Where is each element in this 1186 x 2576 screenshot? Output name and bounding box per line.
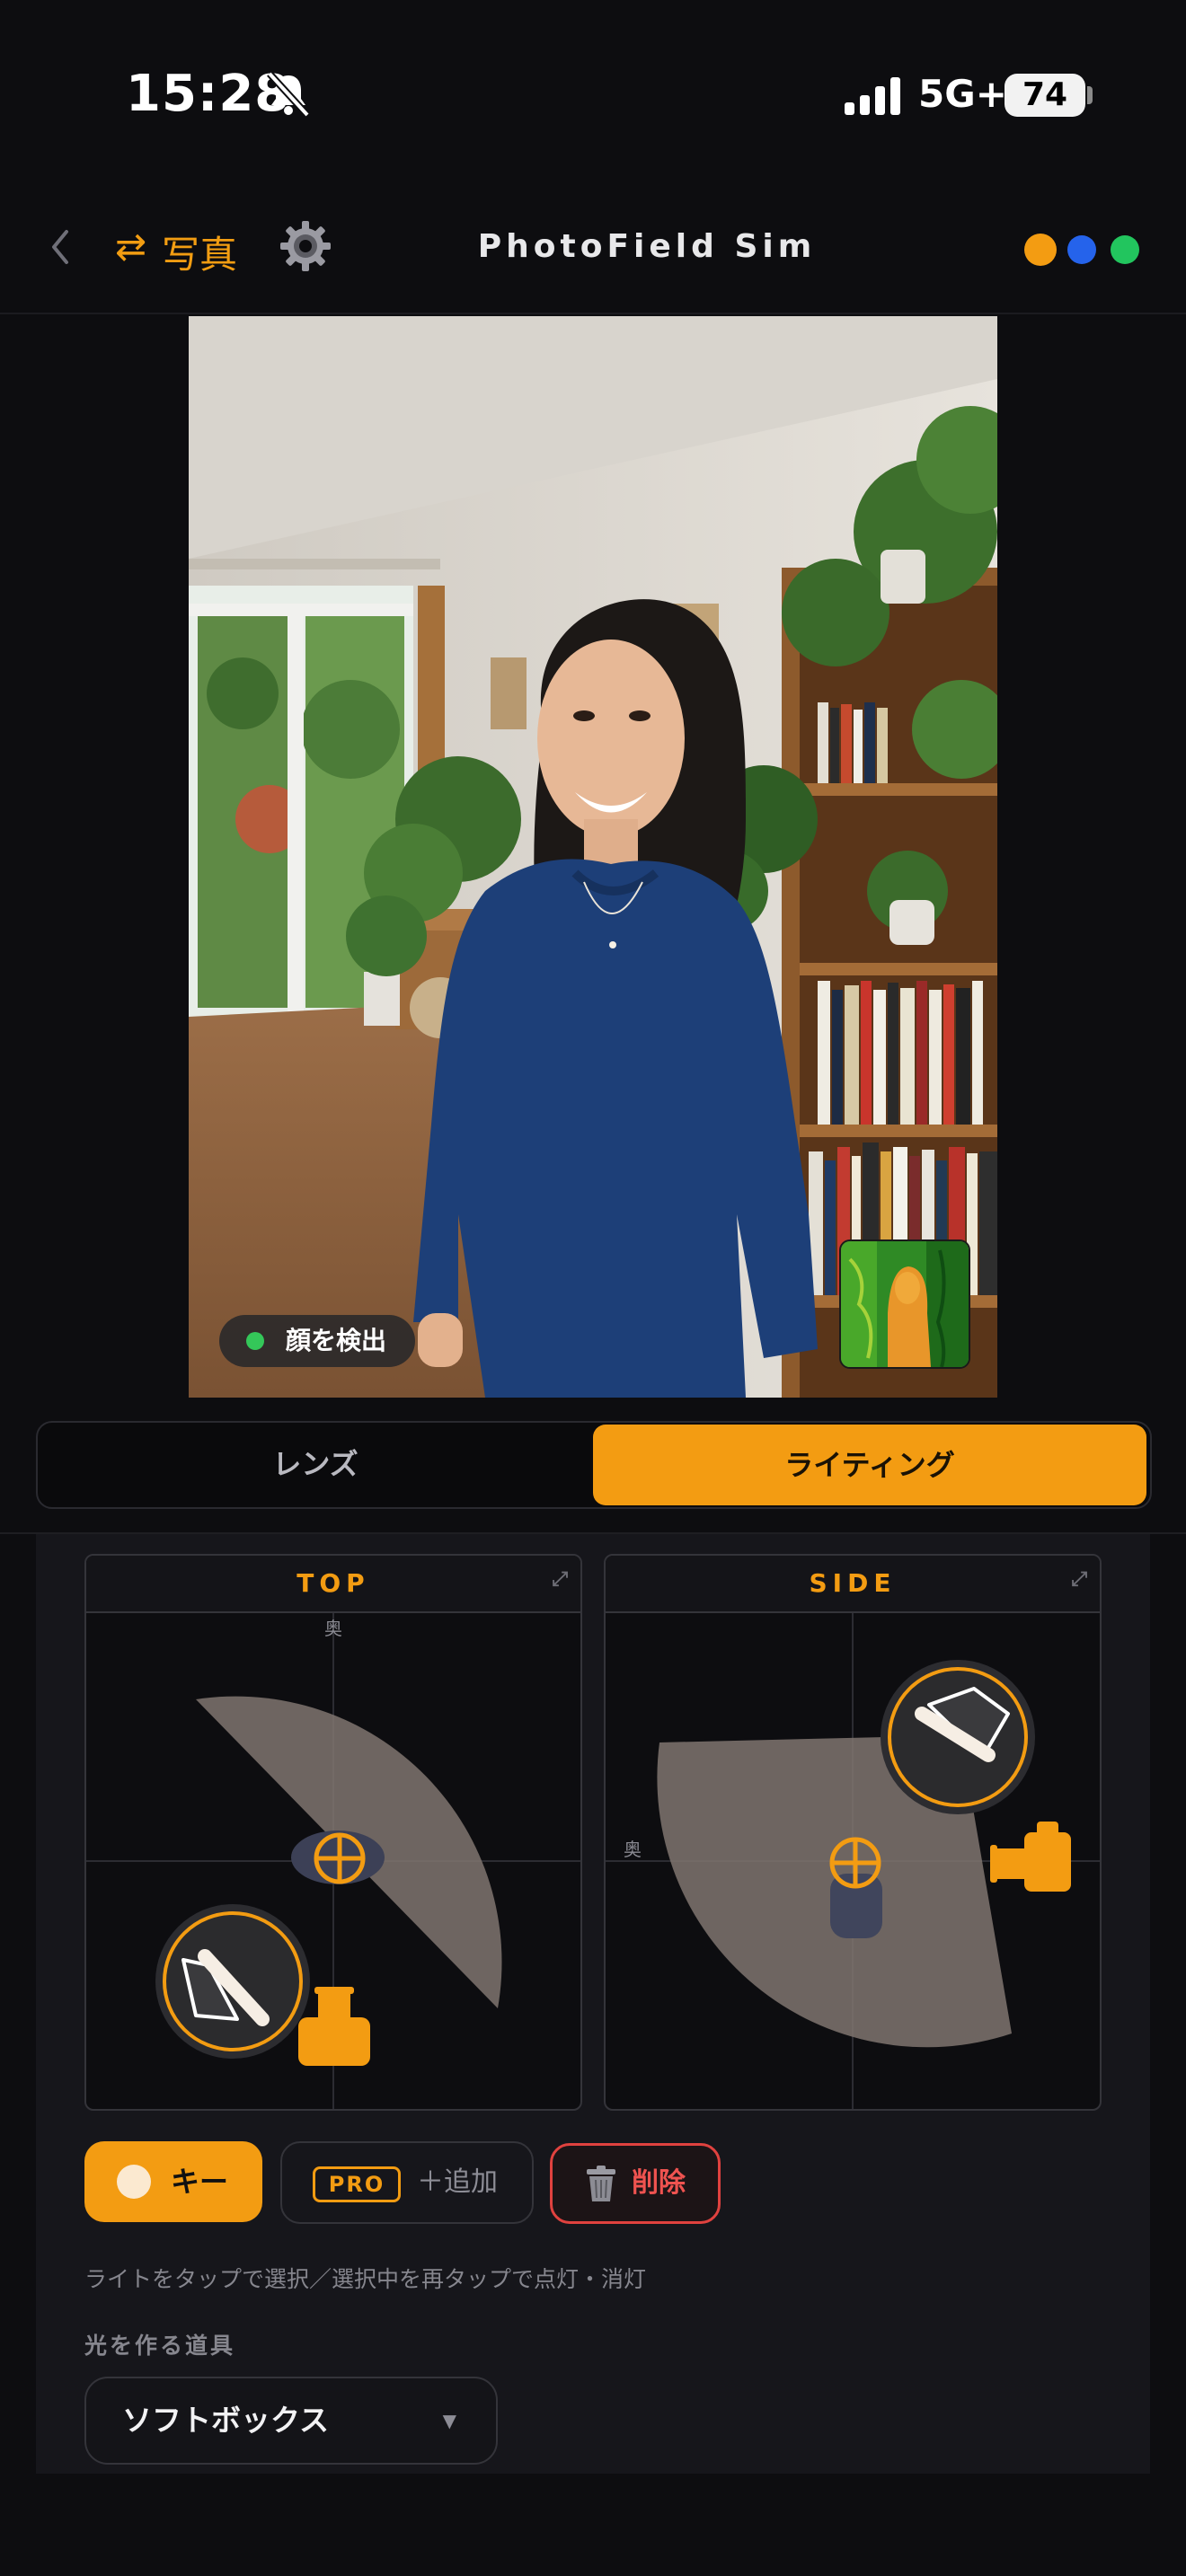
battery-icon: 74: [1005, 74, 1085, 117]
status-dot-blue: [1067, 235, 1096, 264]
delete-light-button[interactable]: 削除: [550, 2143, 721, 2224]
side-back-label: 奥: [624, 1839, 642, 1860]
tab-lens[interactable]: レンズ: [38, 1423, 593, 1505]
chevron-down-icon: ▼: [442, 2410, 456, 2431]
light-tool-label: 光を作る道具: [84, 2333, 236, 2359]
top-view-header: TOP ⤢: [86, 1556, 580, 1613]
face-detected-badge: 顔を検出: [219, 1315, 415, 1367]
key-light-button[interactable]: キー: [84, 2141, 262, 2222]
add-light-button[interactable]: PRO ＋追加: [280, 2141, 534, 2224]
status-dot-green: [1111, 235, 1139, 264]
trash-icon: [587, 2166, 615, 2201]
expand-icon[interactable]: ⤢: [1071, 1556, 1087, 1608]
bell-muted-icon: [267, 71, 310, 117]
side-view-header: SIDE ⤢: [606, 1556, 1100, 1613]
camera-icon[interactable]: [298, 1987, 370, 2066]
battery-nub: [1087, 86, 1093, 104]
signal-icon: [845, 77, 900, 115]
light-tool-select[interactable]: ソフトボックス ▼: [84, 2377, 498, 2465]
side-view-title: SIDE: [809, 1568, 897, 1598]
top-back-label: 奥: [324, 1618, 342, 1639]
nav-divider: [0, 313, 1186, 314]
key-light-label: キー: [171, 2165, 229, 2199]
light-dot-icon: [117, 2165, 151, 2199]
light-tool-value: ソフトボックス: [122, 2403, 330, 2438]
subject-crosshair-icon[interactable]: [829, 1837, 881, 1889]
pro-badge: PRO: [313, 2166, 401, 2202]
key-light-softbox[interactable]: [881, 1660, 1035, 1814]
top-view[interactable]: TOP ⤢ 奥: [84, 1554, 582, 2111]
top-view-title: TOP: [296, 1568, 370, 1598]
status-dot-orange: [1024, 234, 1057, 266]
network-type: 5G+: [918, 72, 1007, 116]
tab-lighting[interactable]: ライティング: [593, 1425, 1146, 1505]
app-title: PhotoField Sim: [477, 228, 817, 265]
subject-crosshair-icon[interactable]: [314, 1832, 366, 1884]
side-view[interactable]: SIDE ⤢ 奥: [604, 1554, 1102, 2111]
depth-map-thumbnail[interactable]: [839, 1239, 970, 1369]
side-view-canvas[interactable]: 奥: [606, 1613, 1100, 2109]
expand-icon[interactable]: ⤢: [552, 1556, 568, 1608]
face-detected-label: 顔を検出: [286, 1326, 387, 1355]
photo-preview[interactable]: [189, 316, 997, 1398]
add-light-label: ＋追加: [417, 2166, 498, 2198]
delete-light-label: 削除: [632, 2167, 686, 2199]
face-detected-dot: [246, 1332, 264, 1350]
key-light-softbox[interactable]: [155, 1904, 310, 2059]
top-view-canvas[interactable]: 奥: [86, 1613, 580, 2109]
light-hint-text: ライトをタップで選択／選択中を再タップで点灯・消灯: [84, 2266, 647, 2292]
camera-icon[interactable]: [990, 1822, 1071, 1892]
